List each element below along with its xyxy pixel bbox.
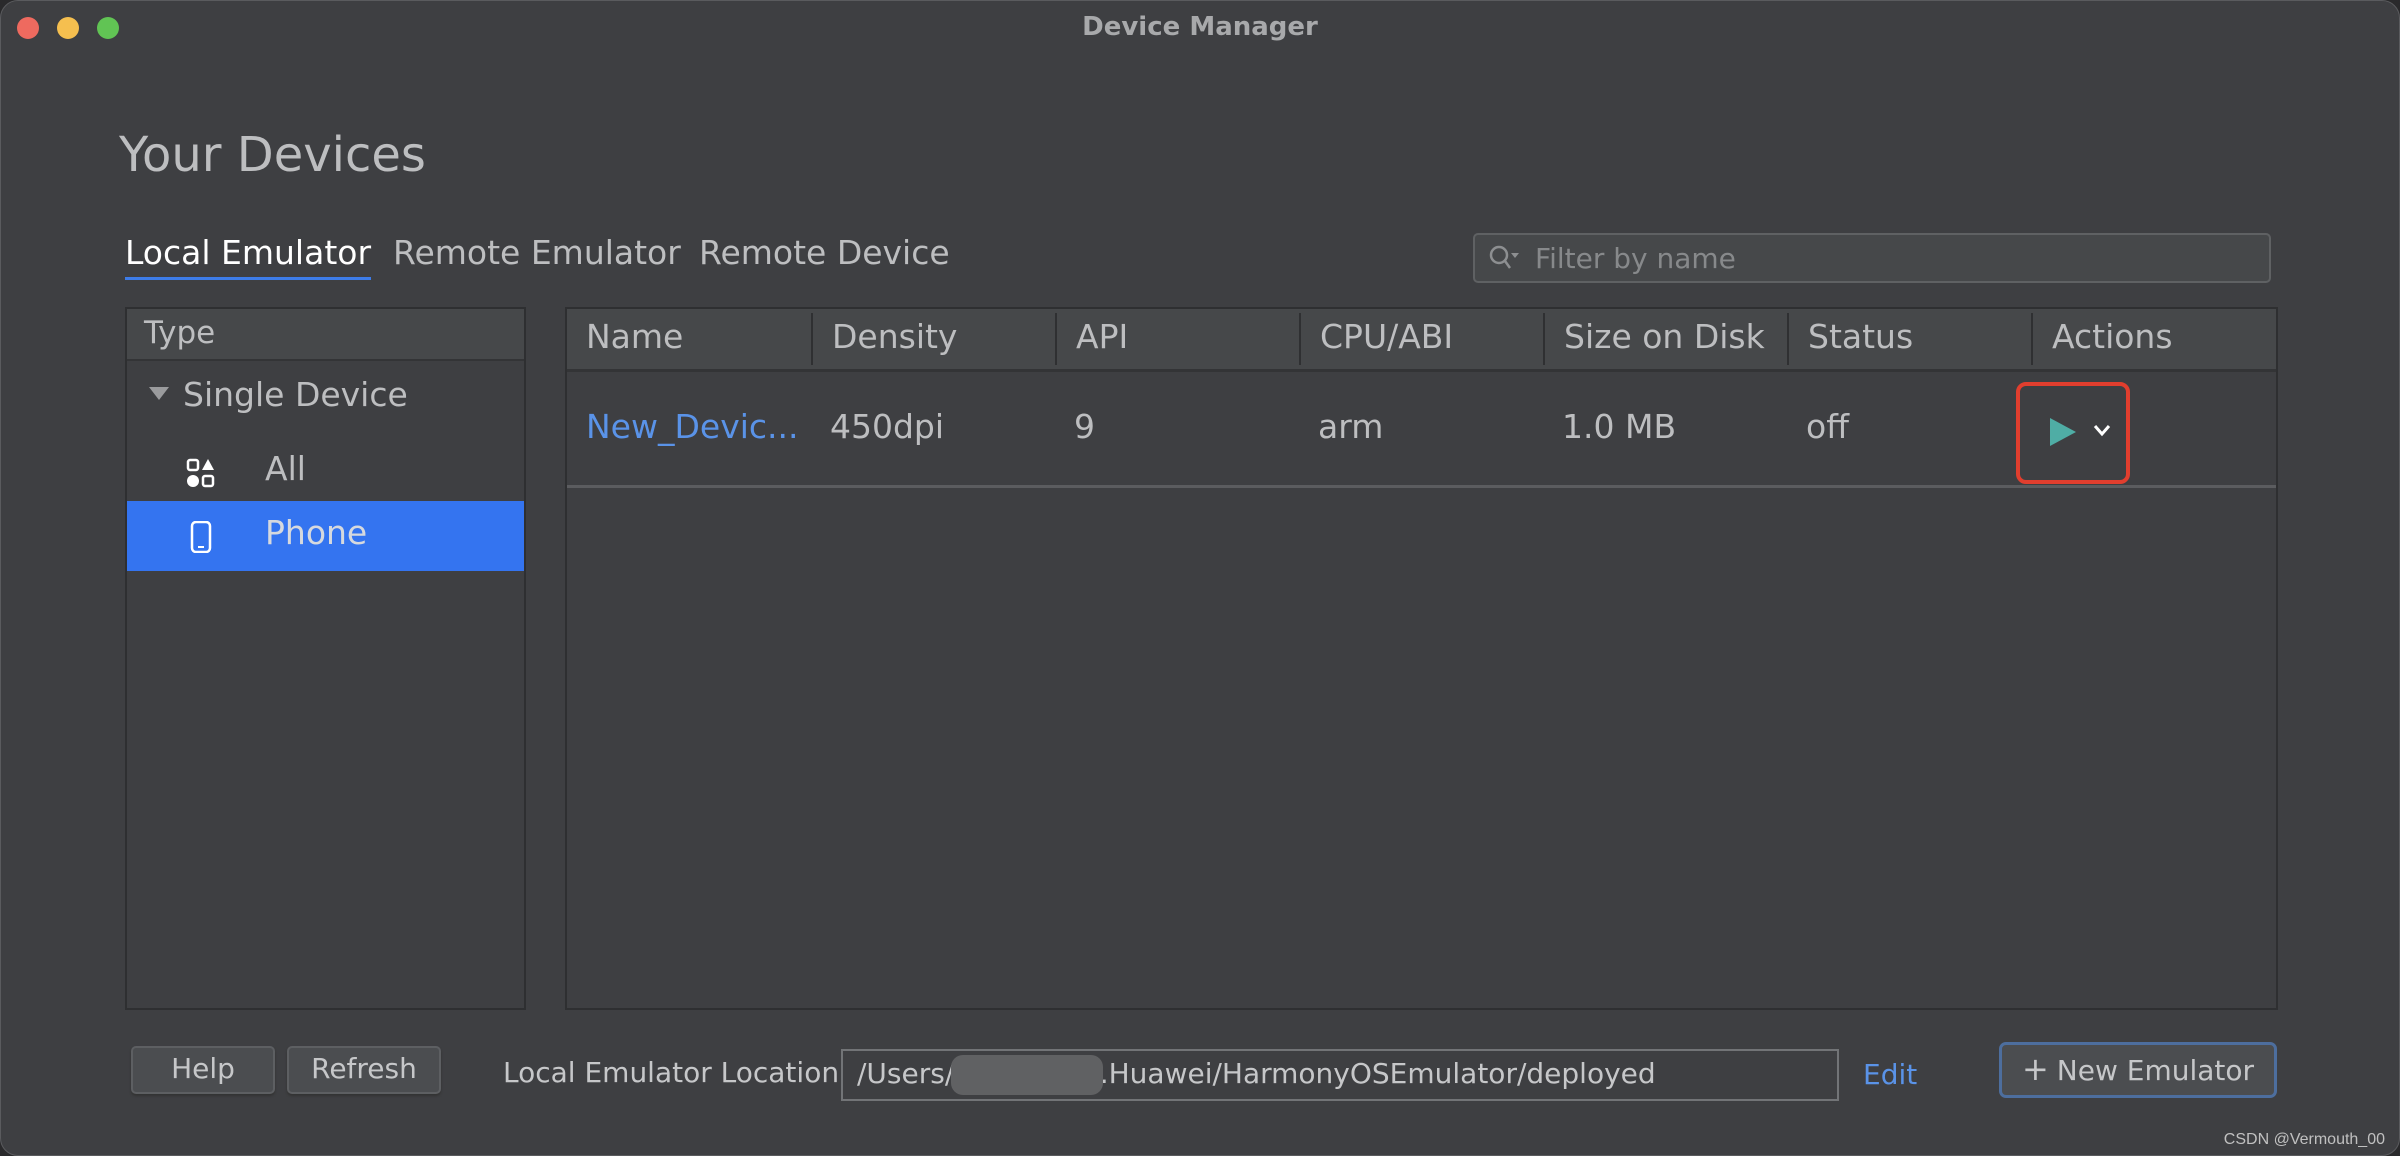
help-button[interactable]: Help: [131, 1046, 275, 1094]
column-header-status[interactable]: Status: [1787, 313, 2031, 365]
tab-remote-device[interactable]: Remote Device: [699, 233, 950, 272]
tab-local-emulator[interactable]: Local Emulator: [125, 233, 372, 280]
column-header-actions: Actions: [2031, 313, 2276, 365]
redacted-username-mask: [951, 1055, 1103, 1095]
device-status: off: [1806, 407, 1849, 446]
watermark: CSDN @Vermouth_00: [2223, 1131, 2385, 1148]
device-api: 9: [1074, 407, 1095, 446]
device-type-sidebar: Type Single Device All Phone: [125, 307, 526, 1010]
sidebar-header: Type: [127, 309, 524, 361]
chevron-down-icon[interactable]: [2092, 420, 2112, 440]
title-bar: Device Manager: [1, 1, 2399, 53]
play-icon[interactable]: [2050, 418, 2076, 446]
page-title: Your Devices: [119, 127, 426, 183]
filter-input[interactable]: [1533, 237, 2257, 279]
column-header-cpu-abi[interactable]: CPU/ABI: [1299, 313, 1543, 365]
window-title: Device Manager: [1082, 12, 1318, 42]
device-density: 450dpi: [830, 407, 945, 446]
sidebar-header-label: Type: [144, 315, 216, 351]
new-emulator-button[interactable]: + New Emulator: [1999, 1042, 2277, 1098]
device-name-link[interactable]: New_Devic...: [567, 372, 811, 485]
plus-icon: +: [2021, 1050, 2049, 1088]
device-cpu-abi: arm: [1318, 407, 1384, 446]
filter-search-box[interactable]: [1473, 233, 2271, 283]
sidebar-group-single-device[interactable]: Single Device: [127, 371, 524, 421]
search-icon[interactable]: [1487, 243, 1521, 273]
emulator-location-label: Local Emulator Location:: [503, 1056, 849, 1089]
new-emulator-label: New Emulator: [2056, 1054, 2255, 1087]
phone-icon: [190, 521, 212, 553]
actions-highlight-box: [2016, 382, 2130, 484]
all-devices-icon: [186, 458, 215, 488]
sidebar-item-label: All: [265, 449, 306, 488]
table-row[interactable]: New_Devic... 450dpi 9 arm 1.0 MB off: [567, 372, 2276, 488]
column-header-density[interactable]: Density: [811, 313, 1055, 365]
emulator-location-field[interactable]: /Users/ /.Huawei/HarmonyOSEmulator/deploy…: [841, 1049, 1839, 1101]
expand-triangle-icon[interactable]: [149, 387, 169, 400]
table-header: Name Density API CPU/ABI Size on Disk St…: [567, 309, 2276, 372]
tab-remote-emulator[interactable]: Remote Emulator: [393, 233, 681, 272]
sidebar-item-label: Phone: [265, 513, 368, 552]
location-suffix: /.Huawei/HarmonyOSEmulator/deployed: [1090, 1057, 1656, 1090]
location-prefix: /Users/: [857, 1057, 955, 1090]
column-header-api[interactable]: API: [1055, 313, 1299, 365]
column-header-size-on-disk[interactable]: Size on Disk: [1543, 313, 1787, 365]
column-header-name[interactable]: Name: [567, 309, 811, 367]
sidebar-item-phone[interactable]: Phone: [127, 501, 524, 571]
sidebar-group-label: Single Device: [183, 375, 408, 414]
devices-table: Name Density API CPU/ABI Size on Disk St…: [565, 307, 2278, 1010]
device-manager-window: Device Manager Your Devices Local Emulat…: [0, 0, 2400, 1156]
device-size-on-disk: 1.0 MB: [1562, 407, 1677, 446]
sidebar-item-all[interactable]: All: [127, 437, 524, 507]
edit-location-link[interactable]: Edit: [1863, 1058, 1917, 1091]
refresh-button[interactable]: Refresh: [287, 1046, 441, 1094]
